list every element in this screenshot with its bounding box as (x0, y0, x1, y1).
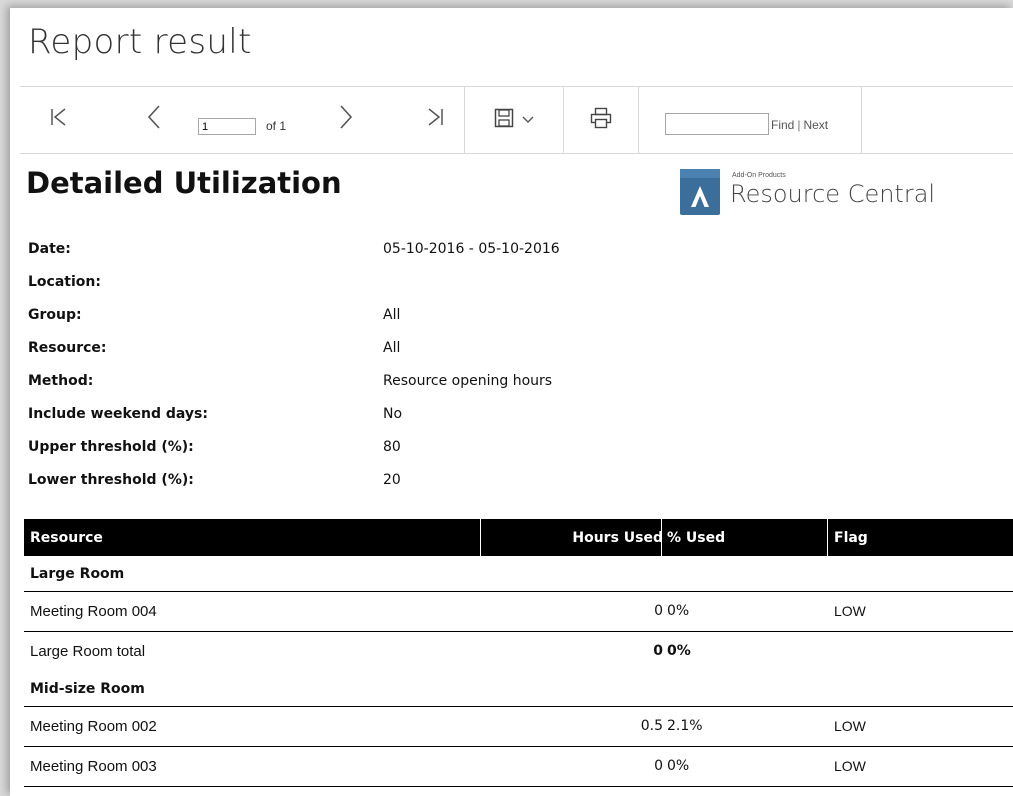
group-name: Large Room (30, 566, 125, 582)
group-row: Mid-size Room (24, 671, 1013, 707)
param-row: Lower threshold (%): 20 (28, 464, 728, 497)
save-dropdown[interactable] (465, 87, 564, 153)
find-link[interactable]: Find (771, 118, 794, 132)
group-row: Large Room (24, 556, 1013, 592)
find-input[interactable] (665, 113, 769, 135)
page-title: Report result (28, 22, 252, 62)
cell-pct: 0% (667, 603, 690, 619)
chevron-down-icon (522, 111, 534, 129)
param-label: Resource: (28, 340, 107, 356)
column-header-pct: % Used (667, 530, 726, 546)
cell-resource: Meeting Room 004 (30, 603, 157, 620)
cell-pct: 0% (667, 643, 691, 659)
last-page-icon[interactable] (426, 106, 444, 133)
param-label: Method: (28, 373, 94, 389)
report-toolbar: of 1 Find|Next (20, 86, 1013, 154)
param-row: Location: (28, 266, 728, 299)
report-parameters: Date: 05-10-2016 - 05-10-2016 Location: G… (28, 233, 728, 497)
cell-pct: 2.1% (667, 718, 703, 734)
find-separator: | (797, 118, 801, 132)
find-links: Find | Next (771, 118, 828, 132)
save-icon (494, 108, 514, 133)
report-viewer: Report result of 1 (10, 8, 1013, 796)
next-page-icon[interactable] (338, 104, 354, 135)
table-row: Meeting Room 002 0.5 2.1% LOW (24, 707, 1013, 747)
cell-hours: 0 (654, 758, 663, 774)
first-page-icon[interactable] (50, 106, 68, 133)
param-label: Date: (28, 241, 71, 257)
table-header: Resource Hours Used % Used Flag (24, 519, 1013, 556)
table-row: Meeting Room 004 0 0% LOW (24, 592, 1013, 632)
cell-flag: LOW (834, 718, 866, 734)
logo-mark-icon (680, 169, 720, 215)
param-row: Group: All (28, 299, 728, 332)
previous-page-icon[interactable] (146, 104, 162, 135)
cell-flag: LOW (834, 603, 866, 619)
cell-resource: Large Room total (30, 643, 146, 660)
find-group: Find | Next (639, 87, 862, 153)
cell-hours: 0.5 (640, 718, 663, 734)
param-value: Resource opening hours (383, 373, 553, 389)
column-header-resource: Resource (30, 530, 103, 546)
utilization-table: Resource Hours Used % Used Flag Large Ro… (24, 519, 1013, 787)
param-row: Date: 05-10-2016 - 05-10-2016 (28, 233, 728, 266)
column-header-flag: Flag (834, 530, 868, 546)
column-header-hours: Hours Used (572, 530, 663, 546)
print-button[interactable] (564, 87, 639, 153)
find-next-link[interactable]: Next (803, 118, 828, 132)
logo-name: Resource Central (730, 180, 936, 208)
param-label: Lower threshold (%): (28, 472, 194, 488)
param-value: 20 (383, 472, 401, 488)
group-name: Mid-size Room (30, 681, 145, 697)
param-value: 80 (383, 439, 401, 455)
table-row: Meeting Room 003 0 0% LOW (24, 747, 1013, 787)
param-row: Resource: All (28, 332, 728, 365)
param-value: 05-10-2016 - 05-10-2016 (383, 241, 560, 257)
param-row: Method: Resource opening hours (28, 365, 728, 398)
cell-flag: LOW (834, 758, 866, 774)
page-count: of 1 (266, 119, 287, 133)
param-row: Include weekend days: No (28, 398, 728, 431)
param-row: Upper threshold (%): 80 (28, 431, 728, 464)
print-icon (590, 107, 612, 134)
param-label: Location: (28, 274, 101, 290)
cell-pct: 0% (667, 758, 690, 774)
report-title: Detailed Utilization (26, 166, 342, 200)
param-value: No (383, 406, 403, 422)
param-label: Group: (28, 307, 82, 323)
param-value: All (383, 340, 401, 356)
group-total-row: Large Room total 0 0% (24, 632, 1013, 671)
cell-hours: 0 (653, 643, 663, 659)
cell-hours: 0 (654, 603, 663, 619)
page-number-input[interactable] (198, 118, 256, 135)
param-label: Include weekend days: (28, 406, 208, 422)
page-navigation: of 1 (20, 87, 465, 153)
resource-central-logo: Add-On Products Resource Central (680, 163, 980, 223)
cell-resource: Meeting Room 003 (30, 758, 157, 775)
logo-subtitle: Add-On Products (732, 172, 786, 179)
param-value: All (383, 307, 401, 323)
param-label: Upper threshold (%): (28, 439, 194, 455)
cell-resource: Meeting Room 002 (30, 718, 157, 735)
